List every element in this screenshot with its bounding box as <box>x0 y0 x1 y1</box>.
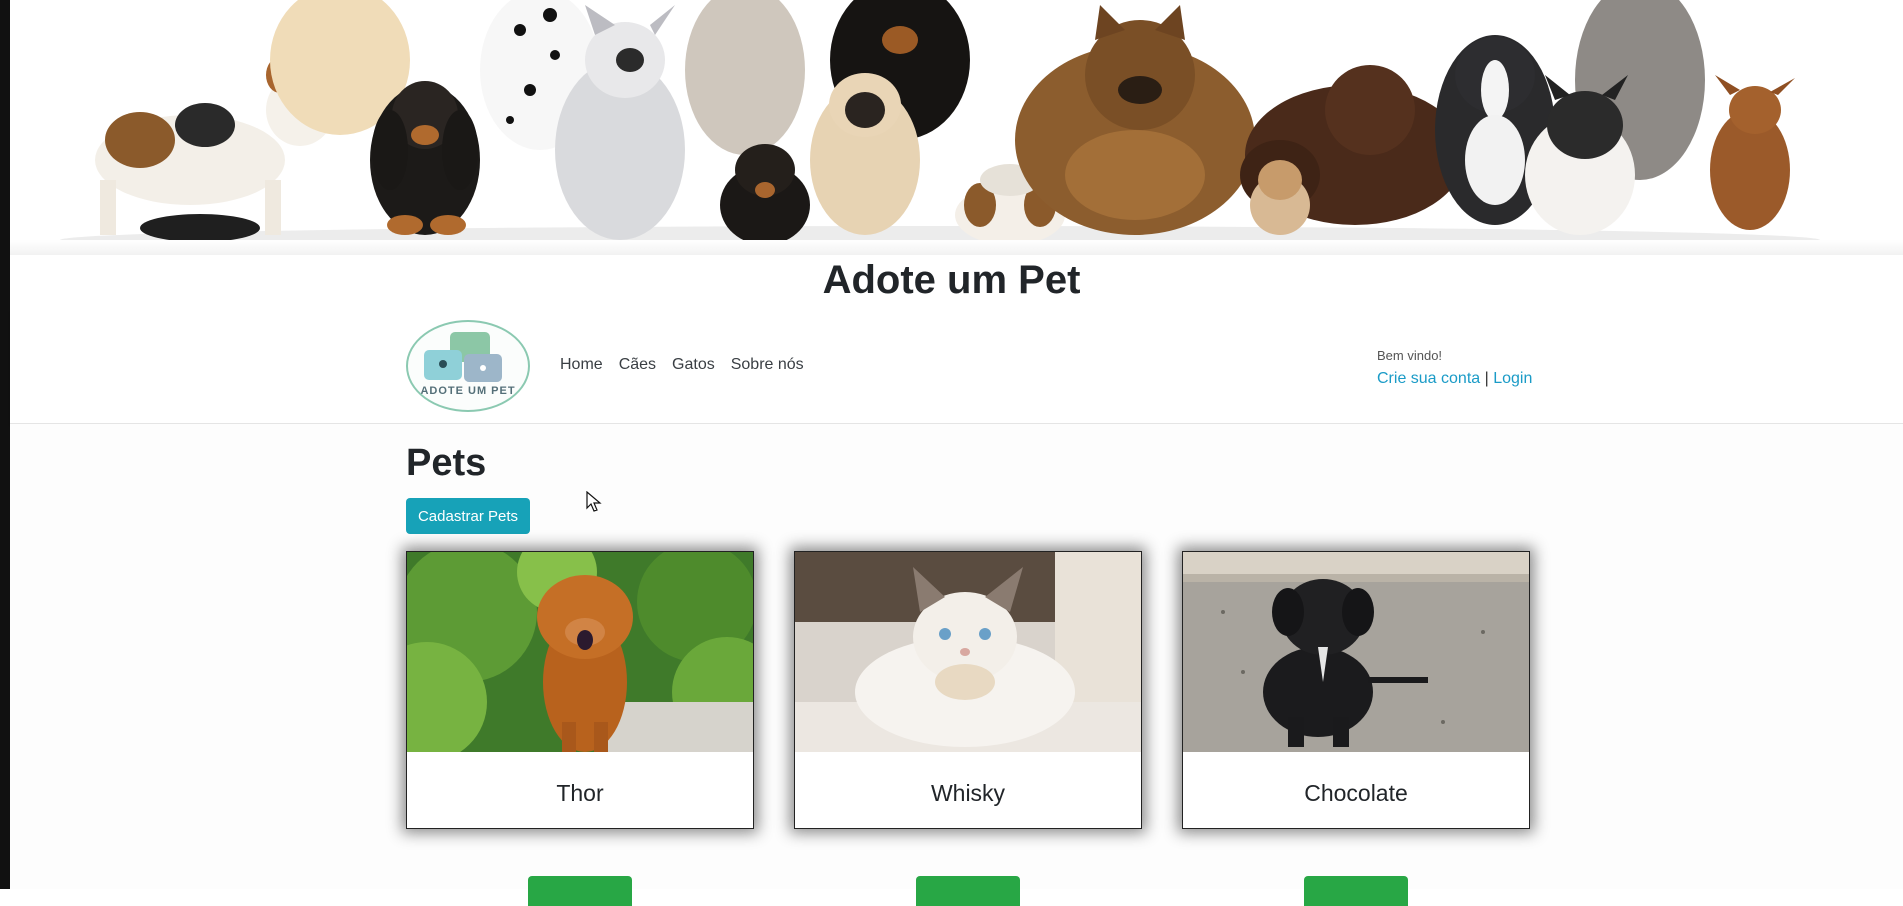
svg-text:ADOTE UM PET: ADOTE UM PET <box>420 385 515 397</box>
nav-link-gatos[interactable]: Gatos <box>672 356 715 374</box>
account-separator: | <box>1484 370 1489 387</box>
account-links: Crie sua conta | Login <box>1377 370 1532 388</box>
pet-photo-thor <box>407 552 753 752</box>
navbar: ADOTE UM PET Home Cães Gatos Sobre nós B… <box>10 310 1903 424</box>
adopt-button-chocolate[interactable] <box>1304 876 1408 906</box>
main-nav: Home Cães Gatos Sobre nós <box>560 356 804 374</box>
pet-logo-icon[interactable]: ADOTE UM PET <box>406 320 530 412</box>
site-title: Adote um Pet <box>822 258 1081 302</box>
pet-name-thor: Thor <box>556 780 604 806</box>
login-link[interactable]: Login <box>1493 370 1532 387</box>
nav-link-home[interactable]: Home <box>560 356 603 374</box>
page-title: Pets <box>406 442 487 484</box>
create-account-link[interactable]: Crie sua conta <box>1377 370 1480 387</box>
pet-card-thor[interactable]: Thor <box>406 551 754 829</box>
register-pets-button[interactable]: Cadastrar Pets <box>406 498 530 534</box>
hero-banner-image <box>10 0 1903 255</box>
pet-photo-whisky <box>795 552 1141 752</box>
window-edge <box>0 0 10 889</box>
mouse-cursor-icon <box>586 491 602 512</box>
pet-name-whisky: Whisky <box>930 780 1006 806</box>
adopt-button-thor[interactable] <box>528 876 632 906</box>
welcome-text: Bem vindo! <box>1377 348 1443 363</box>
pet-name-chocolate: Chocolate <box>1304 780 1408 806</box>
pet-card-chocolate[interactable]: Chocolate <box>1182 551 1530 829</box>
nav-link-sobre-nos[interactable]: Sobre nós <box>731 356 804 374</box>
pet-photo-chocolate <box>1183 552 1529 752</box>
pets-section: Pets Cadastrar Pets Thor Whisky Chocolat… <box>10 424 1903 906</box>
pet-card-whisky[interactable]: Whisky <box>794 551 1142 829</box>
adopt-button-whisky[interactable] <box>916 876 1020 906</box>
nav-link-caes[interactable]: Cães <box>619 356 656 374</box>
